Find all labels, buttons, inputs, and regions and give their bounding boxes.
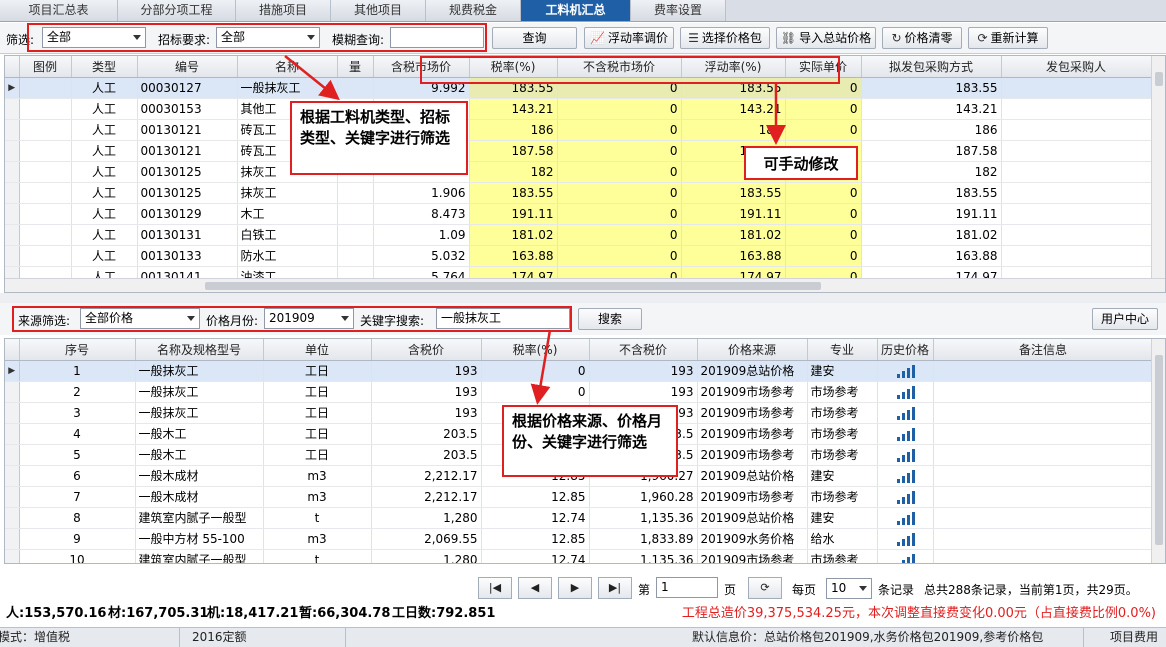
price-filter-arrow (530, 329, 552, 405)
annotation-arrows (284, 55, 786, 405)
filter-arrow (284, 55, 340, 101)
